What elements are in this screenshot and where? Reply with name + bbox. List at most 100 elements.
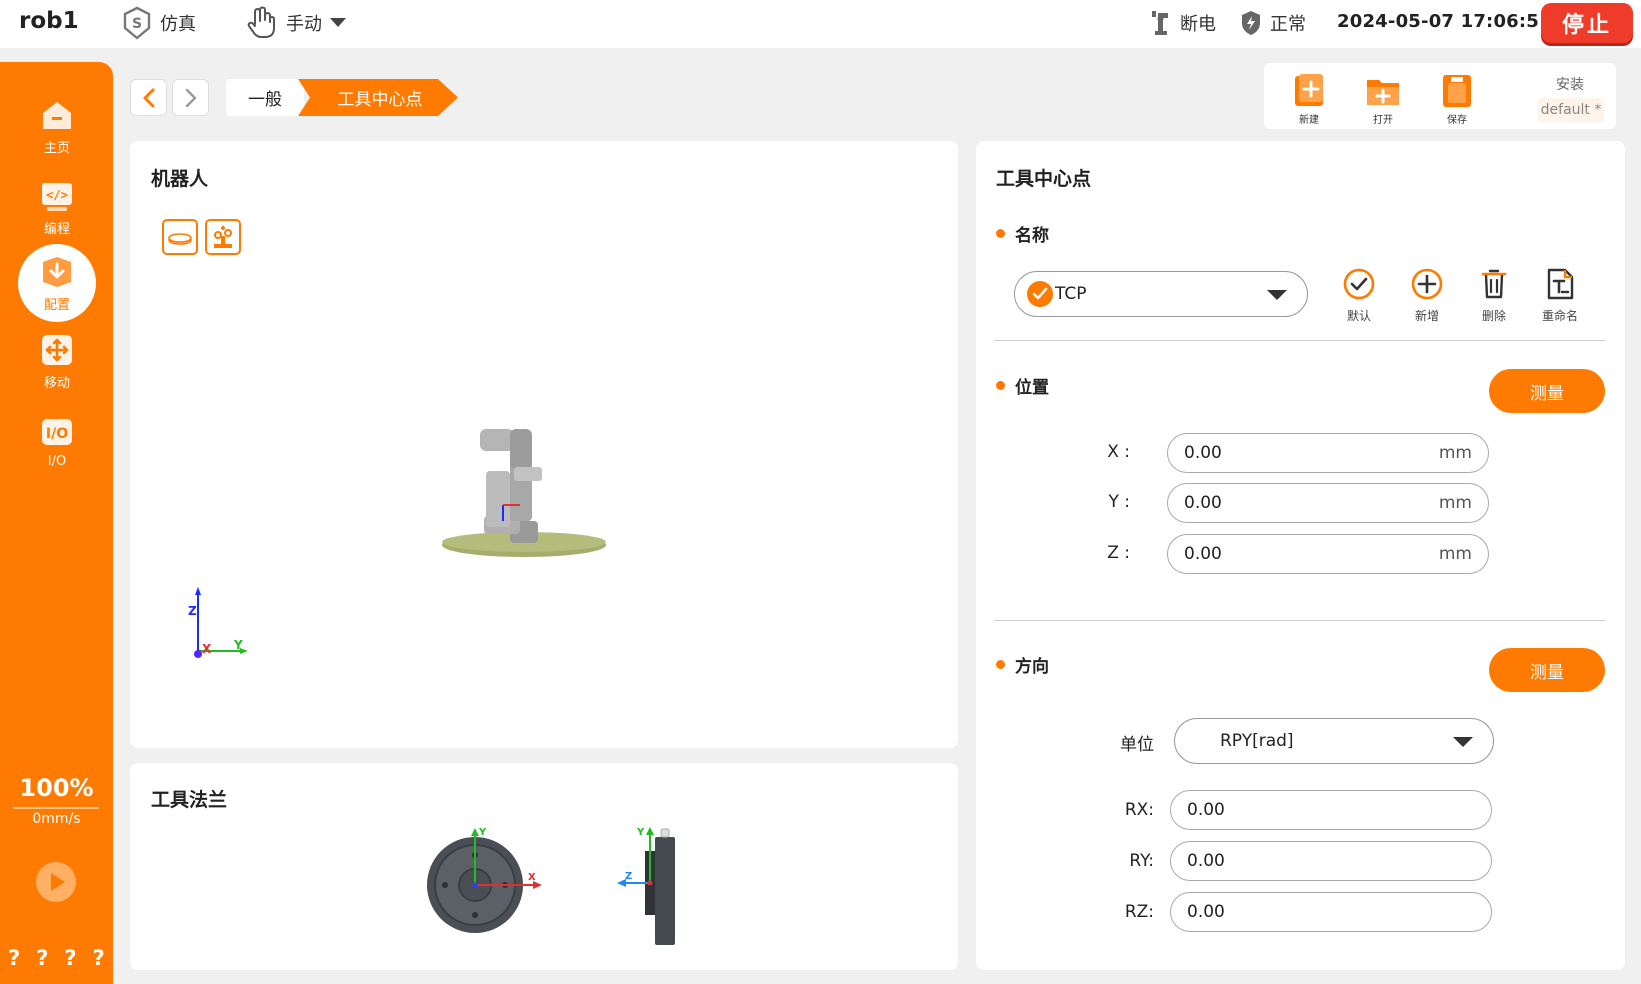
tcp-name-value: TCP xyxy=(1055,284,1087,304)
save-icon xyxy=(1443,75,1471,107)
play-button[interactable] xyxy=(36,862,76,902)
orientation-unit-select[interactable]: RPY[rad] xyxy=(1174,718,1494,764)
open-file-button[interactable]: 打开 xyxy=(1358,73,1408,126)
rx-label: RX: xyxy=(1124,800,1154,820)
rz-label: RZ: xyxy=(1124,902,1154,922)
chevron-down-icon xyxy=(330,18,346,27)
position-z-value: 0.00 xyxy=(1184,544,1222,564)
sidebar-item-label: 主页 xyxy=(43,140,70,156)
install-name[interactable]: default * xyxy=(1538,98,1604,122)
rz-value: 0.00 xyxy=(1187,902,1225,922)
base-plate-icon xyxy=(168,233,192,245)
position-x-label: X : xyxy=(1107,442,1130,462)
robot-panel: 机器人 Z X Y xyxy=(130,141,958,748)
position-x-value: 0.00 xyxy=(1184,443,1222,463)
rz-input[interactable]: 0.00 xyxy=(1170,892,1492,932)
tool-flange-title: 工具法兰 xyxy=(151,789,228,811)
speed-value: 0mm/s xyxy=(32,811,81,827)
folder-open-icon xyxy=(1367,80,1399,105)
datetime-display: 2024-05-07 17:06:51 xyxy=(1337,11,1552,32)
orientation-unit-value: RPY[rad] xyxy=(1220,731,1294,751)
position-z-input[interactable]: 0.00 mm xyxy=(1167,534,1489,574)
flange-side-axis-y: Y xyxy=(636,827,645,838)
back-button[interactable] xyxy=(130,79,167,116)
breadcrumb-tcp[interactable]: 工具中心点 xyxy=(298,79,458,116)
position-z-label: Z : xyxy=(1107,543,1130,563)
top-bar: rob1 S 仿真 手动 断电 正常 2024-05-07 17:06:51 停… xyxy=(0,0,1641,48)
name-section-title: 名称 xyxy=(996,221,1049,246)
app-root: rob1 S 仿真 手动 断电 正常 2024-05-07 17:06:51 停… xyxy=(0,0,1641,984)
add-tcp-button[interactable]: 新增 xyxy=(1410,267,1444,324)
chevron-down-icon xyxy=(1453,737,1473,747)
measure-position-button[interactable]: 测量 xyxy=(1489,369,1605,413)
sidebar-item-io[interactable]: I/O I/O xyxy=(18,402,96,480)
breadcrumb-general[interactable]: 一般 xyxy=(226,79,304,116)
position-x-input[interactable]: 0.00 mm xyxy=(1167,433,1489,473)
sidebar-item-config[interactable]: 配置 xyxy=(18,244,96,322)
delete-tcp-button[interactable]: 删除 xyxy=(1477,267,1511,324)
status-label: 正常 xyxy=(1270,14,1306,35)
name-section-label: 名称 xyxy=(1015,226,1049,246)
rename-tcp-button[interactable]: 重命名 xyxy=(1542,267,1578,324)
sidebar-item-move[interactable]: 移动 xyxy=(18,322,96,400)
tool-view-button[interactable] xyxy=(205,219,241,255)
ry-input[interactable]: 0.00 xyxy=(1170,841,1492,881)
home-icon xyxy=(43,101,71,129)
rx-value: 0.00 xyxy=(1187,800,1225,820)
rx-input[interactable]: 0.00 xyxy=(1170,790,1492,830)
install-label: 安装 xyxy=(1556,77,1584,93)
chevron-down-icon xyxy=(1267,290,1287,300)
position-x-unit: mm xyxy=(1438,443,1472,463)
add-tcp-label: 新增 xyxy=(1414,309,1439,323)
tcp-name-select[interactable]: TCP xyxy=(1014,271,1308,317)
set-default-button[interactable]: 默认 xyxy=(1342,267,1376,324)
speed-divider xyxy=(13,807,99,809)
speed-percent: 100% xyxy=(19,774,94,802)
flange-side-view: Y Z xyxy=(617,827,675,945)
axis-gizmo: Z X Y xyxy=(188,587,248,658)
io-icon: I/O xyxy=(42,418,72,445)
svg-text:S: S xyxy=(132,16,142,32)
position-y-label: Y : xyxy=(1108,492,1130,512)
trash-icon xyxy=(1481,269,1507,299)
plus-circle-icon xyxy=(1411,268,1443,300)
forward-button[interactable] xyxy=(172,79,209,116)
robot-3d-view[interactable] xyxy=(430,421,610,571)
ry-label: RY: xyxy=(1129,851,1154,871)
orientation-section-label: 方向 xyxy=(1015,657,1049,677)
stop-button[interactable]: 停止 xyxy=(1541,3,1633,43)
power-indicator[interactable]: 断电 xyxy=(1150,6,1216,40)
bullet-dot xyxy=(996,381,1005,390)
simulation-shield-icon: S xyxy=(123,6,151,40)
simulation-label: 仿真 xyxy=(160,14,196,35)
footer-char: ? xyxy=(8,946,21,970)
footer-char: ? xyxy=(36,946,49,970)
base-view-button[interactable] xyxy=(162,219,198,255)
save-file-label: 保存 xyxy=(1447,115,1467,126)
sidebar-item-program[interactable]: </> 编程 xyxy=(18,168,96,246)
mode-selector[interactable]: 手动 xyxy=(246,6,346,40)
flange-front-axis-y: Y xyxy=(478,827,487,838)
flange-side-axis-z: Z xyxy=(625,871,632,882)
sidebar-item-label: 编程 xyxy=(43,221,70,237)
measure-orientation-button[interactable]: 测量 xyxy=(1489,648,1605,692)
robot-tool-icon xyxy=(214,226,232,248)
position-y-input[interactable]: 0.00 mm xyxy=(1167,483,1489,523)
simulation-indicator[interactable]: S 仿真 xyxy=(122,6,196,40)
check-circle-icon xyxy=(1343,268,1375,300)
hand-icon xyxy=(247,6,275,38)
sidebar-item-label: 移动 xyxy=(43,375,70,391)
rename-tcp-label: 重命名 xyxy=(1542,309,1579,323)
bullet-dot xyxy=(996,660,1005,669)
tcp-panel-title: 工具中心点 xyxy=(996,168,1092,190)
sidebar-item-home[interactable]: 主页 xyxy=(18,87,96,165)
position-section-label: 位置 xyxy=(1015,378,1049,398)
svg-text:</>: </> xyxy=(46,188,68,202)
new-file-button[interactable]: 新建 xyxy=(1284,73,1334,126)
safety-status-indicator[interactable]: 正常 xyxy=(1240,6,1306,40)
mode-label: 手动 xyxy=(286,14,322,35)
save-file-button[interactable]: 保存 xyxy=(1432,73,1482,126)
section-divider xyxy=(994,340,1605,341)
sidebar: 主页 </> 编程 配置 移动 I/O I/O 100% 0mm/s ? ? ?… xyxy=(0,62,113,984)
svg-text:I/O: I/O xyxy=(46,426,68,442)
